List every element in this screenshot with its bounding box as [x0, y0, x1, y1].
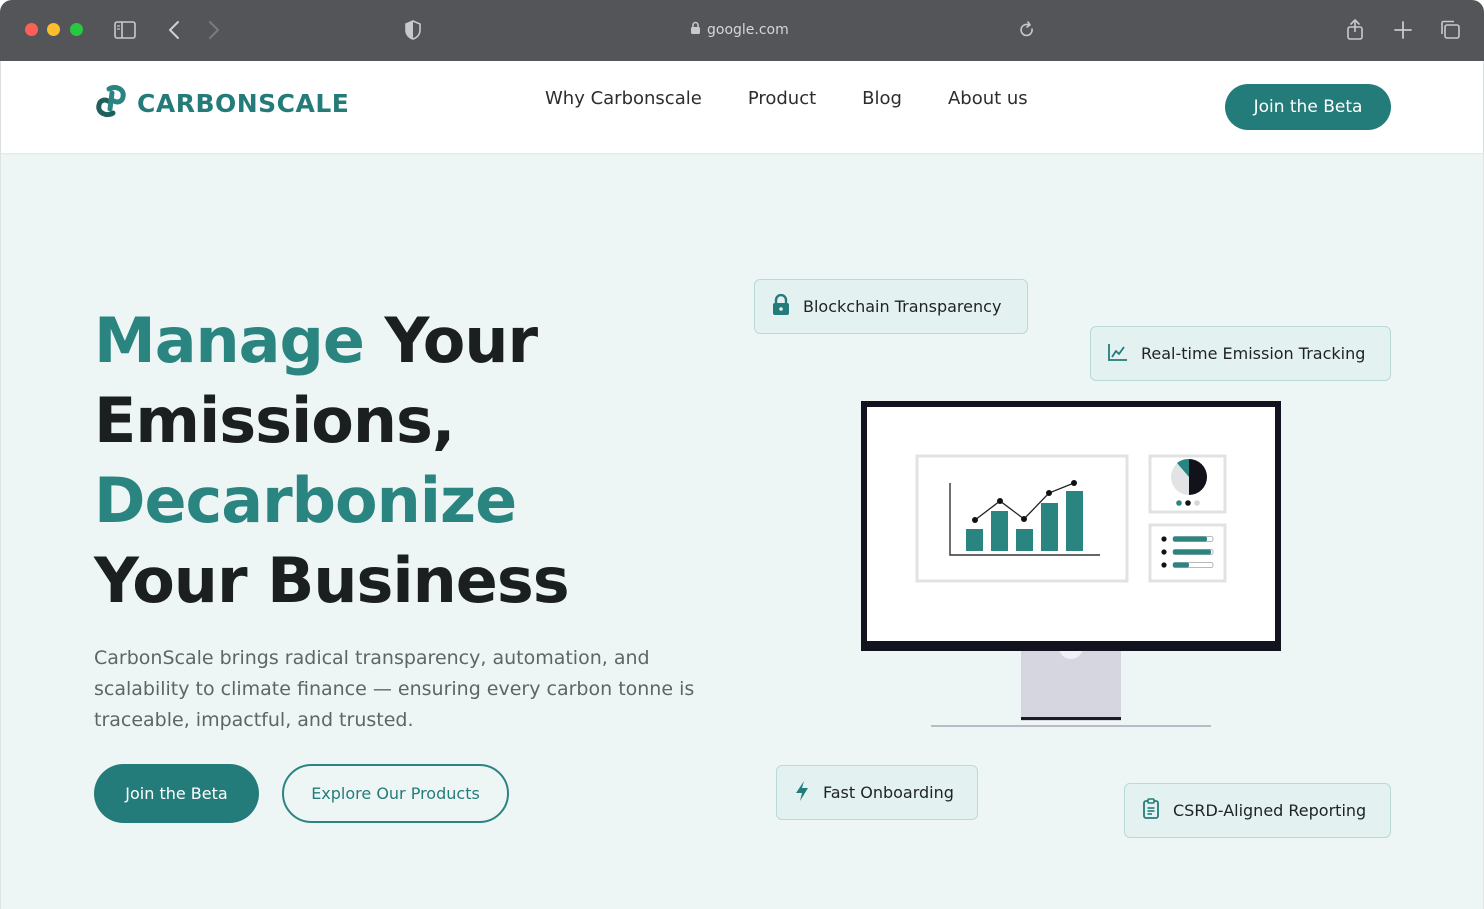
feature-label-blockchain: Blockchain Transparency — [803, 297, 1002, 316]
hero-title-decarbonize: Decarbonize — [94, 464, 517, 537]
carbonscale-logo-icon — [93, 83, 129, 123]
feature-label-reporting: CSRD-Aligned Reporting — [1173, 801, 1367, 820]
clipboard-icon — [1141, 797, 1161, 824]
shield-icon[interactable] — [400, 17, 426, 43]
line-chart-icon — [1107, 342, 1129, 366]
bar-chart-card — [915, 454, 1129, 583]
forward-icon[interactable] — [200, 17, 226, 43]
browser-toolbar: google.com — [0, 0, 1484, 61]
join-beta-button[interactable]: Join the Beta — [94, 764, 259, 823]
close-window-button[interactable] — [25, 23, 38, 36]
logo-wordmark: CARBONSCALE — [137, 88, 350, 118]
zoom-window-button[interactable] — [70, 23, 83, 36]
nav-link-about-us[interactable]: About us — [948, 88, 1028, 109]
main-nav: Why Carbonscale Product Blog About us — [545, 88, 1028, 109]
feature-badge-reporting: CSRD-Aligned Reporting — [1124, 783, 1391, 838]
list-card — [1148, 523, 1227, 583]
back-icon[interactable] — [162, 17, 188, 43]
hero-title: Manage Your Emissions, Decarbonize Your … — [94, 301, 570, 621]
dashboard-monitor-illustration — [861, 401, 1281, 727]
nav-link-why-carbonscale[interactable]: Why Carbonscale — [545, 88, 702, 109]
reload-icon[interactable] — [1014, 17, 1040, 43]
minimize-window-button[interactable] — [47, 23, 60, 36]
hero-title-emissions: Emissions, — [94, 384, 455, 457]
address-bar[interactable]: google.com — [690, 20, 800, 40]
lightning-icon — [793, 780, 811, 806]
feature-badge-blockchain: Blockchain Transparency — [754, 279, 1028, 334]
hero-title-manage: Manage — [94, 304, 365, 377]
feature-badge-tracking: Real-time Emission Tracking — [1090, 326, 1391, 381]
new-tab-icon[interactable] — [1390, 17, 1416, 43]
explore-products-button[interactable]: Explore Our Products — [282, 764, 509, 823]
hero-title-your-business: Your Business — [94, 544, 570, 617]
feature-label-onboarding: Fast Onboarding — [823, 783, 954, 802]
share-icon[interactable] — [1342, 17, 1368, 43]
nav-link-product[interactable]: Product — [748, 88, 816, 109]
feature-label-tracking: Real-time Emission Tracking — [1141, 344, 1366, 363]
nav-link-blog[interactable]: Blog — [862, 88, 902, 109]
tabs-overview-icon[interactable] — [1437, 17, 1463, 43]
site-logo[interactable]: CARBONSCALE — [93, 83, 349, 123]
hero-title-your: Your — [363, 304, 539, 377]
feature-badge-onboarding: Fast Onboarding — [776, 765, 978, 820]
pie-chart-card — [1148, 454, 1227, 514]
sidebar-icon[interactable] — [112, 17, 138, 43]
address-text: google.com — [707, 22, 789, 38]
web-page: CARBONSCALE Why Carbonscale Product Blog… — [0, 61, 1484, 909]
hero-description: CarbonScale brings radical transparency,… — [94, 647, 695, 731]
lock-icon — [690, 21, 701, 39]
site-header: CARBONSCALE Why Carbonscale Product Blog… — [1, 61, 1483, 153]
padlock-icon — [771, 293, 791, 320]
header-join-beta-button[interactable]: Join the Beta — [1225, 84, 1391, 130]
